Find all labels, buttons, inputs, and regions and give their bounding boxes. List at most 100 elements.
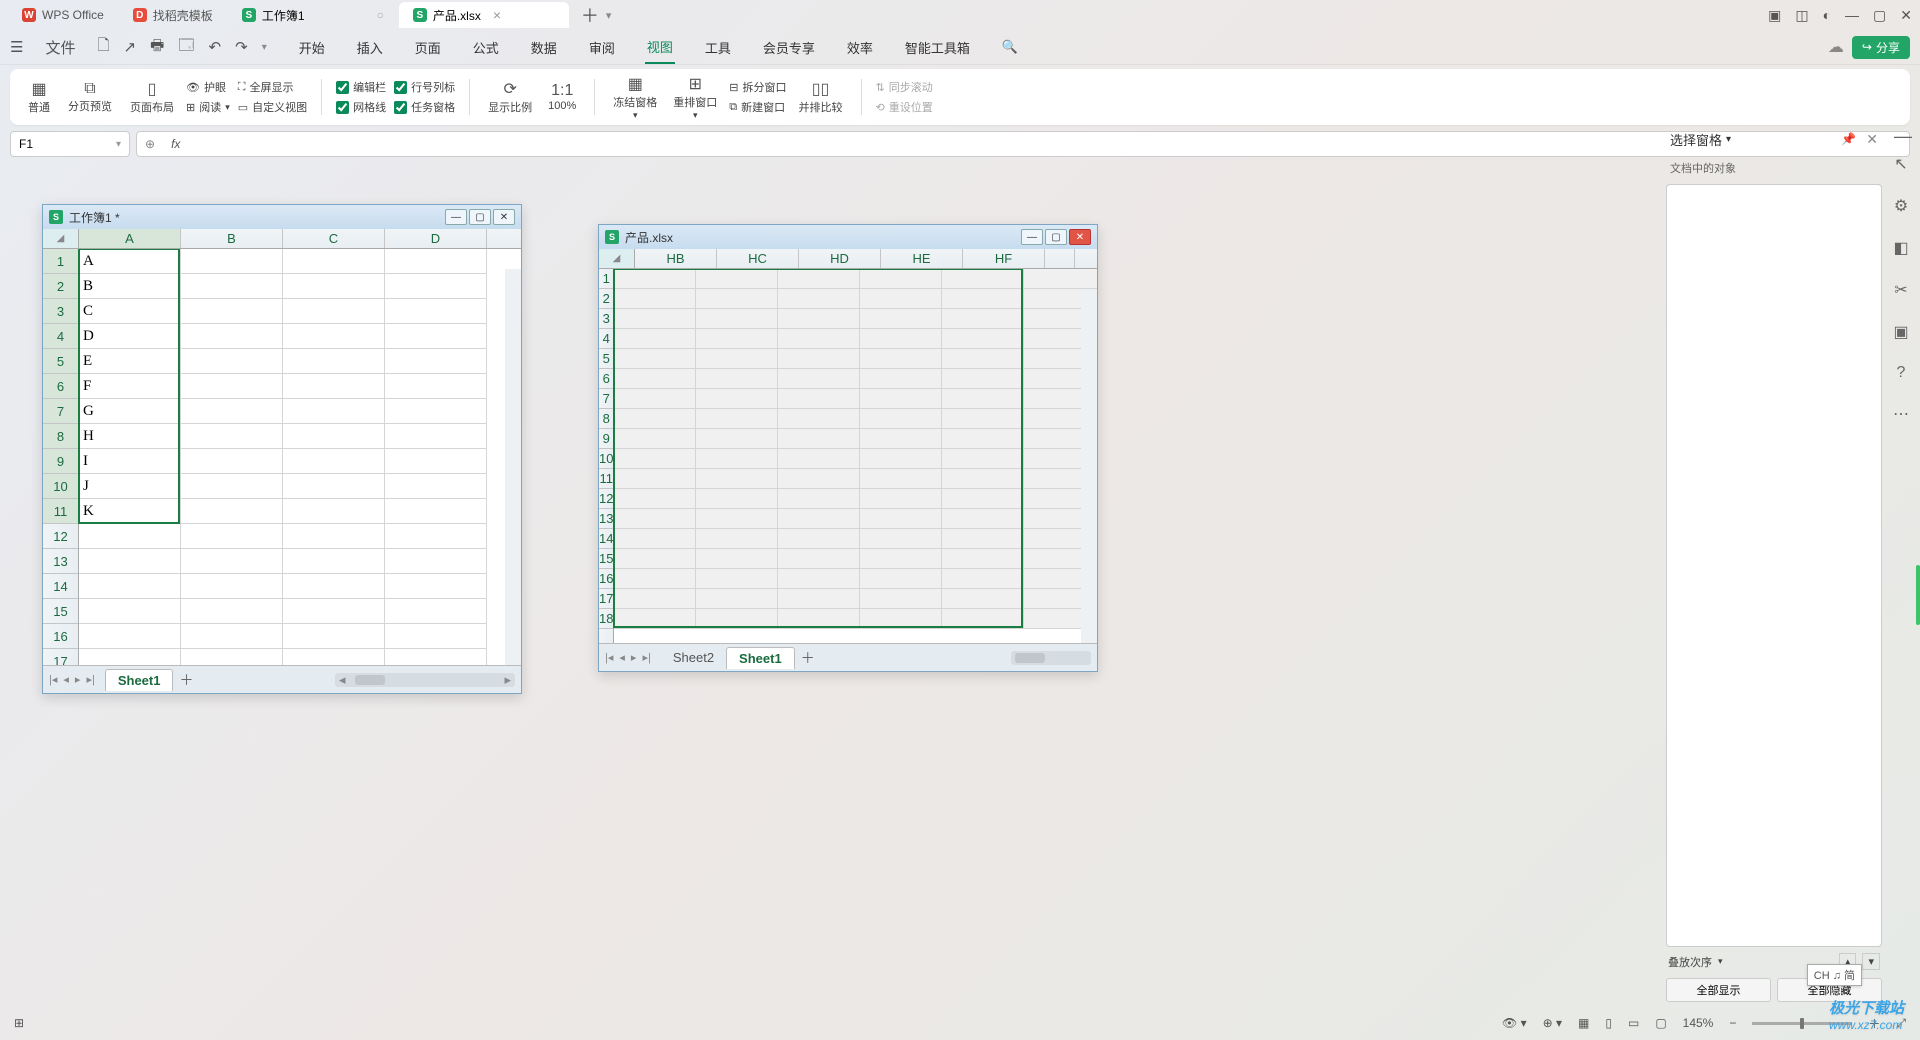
- cell[interactable]: [385, 249, 487, 274]
- cell[interactable]: [860, 609, 942, 629]
- cell[interactable]: J: [79, 474, 181, 499]
- cell[interactable]: H: [79, 424, 181, 449]
- tab-tools[interactable]: 工具: [703, 32, 733, 63]
- close-button[interactable]: ✕: [1069, 229, 1091, 245]
- user-icon[interactable]: ◐: [1823, 7, 1831, 23]
- close-button[interactable]: ✕: [1900, 7, 1912, 24]
- cell[interactable]: [696, 529, 778, 549]
- cell[interactable]: [696, 469, 778, 489]
- gridlines-checkbox[interactable]: 网格线: [336, 99, 386, 115]
- cell[interactable]: [385, 424, 487, 449]
- cell[interactable]: [942, 489, 1024, 509]
- cell[interactable]: [778, 509, 860, 529]
- close-icon[interactable]: ✕: [1866, 131, 1878, 148]
- cell[interactable]: [860, 589, 942, 609]
- window-titlebar[interactable]: S 产品.xlsx — ▢ ✕: [599, 225, 1097, 249]
- window-titlebar[interactable]: S 工作簿1 * — ▢ ✕: [43, 205, 521, 229]
- settings-icon[interactable]: ⚙: [1894, 196, 1908, 216]
- cell[interactable]: [696, 549, 778, 569]
- eye-icon[interactable]: 👁 ▾: [1502, 1016, 1527, 1030]
- col-header[interactable]: B: [181, 229, 283, 248]
- tab-page[interactable]: 页面: [413, 32, 443, 63]
- row-header[interactable]: 4: [43, 324, 78, 349]
- cell[interactable]: K: [79, 499, 181, 524]
- cell[interactable]: [283, 399, 385, 424]
- tab-review[interactable]: 审阅: [587, 32, 617, 63]
- row-header[interactable]: 2: [599, 289, 613, 309]
- task-pane-checkbox[interactable]: 任务窗格: [394, 99, 455, 115]
- cell[interactable]: [696, 409, 778, 429]
- cell[interactable]: [614, 429, 696, 449]
- cell[interactable]: [283, 299, 385, 324]
- cell[interactable]: [860, 269, 942, 289]
- tab-efficiency[interactable]: 效率: [845, 32, 875, 63]
- custom-view-button[interactable]: ▭自定义视图: [238, 99, 307, 115]
- row-header[interactable]: 10: [43, 474, 78, 499]
- row-header[interactable]: 17: [599, 589, 613, 609]
- cell[interactable]: [79, 574, 181, 599]
- cell[interactable]: [778, 349, 860, 369]
- chevron-down-icon[interactable]: ▾: [606, 9, 612, 22]
- maximize-button[interactable]: ▢: [1873, 7, 1886, 24]
- sheet-nav[interactable]: |◂◂▸▸|: [49, 673, 95, 686]
- row-header[interactable]: 3: [43, 299, 78, 324]
- cell[interactable]: [860, 369, 942, 389]
- cell[interactable]: [860, 289, 942, 309]
- sheet-grid[interactable]: ◢ A B C D 1234567891011121314151617 ABCD…: [43, 229, 521, 665]
- select-all-corner[interactable]: ◢: [43, 229, 79, 248]
- cell[interactable]: [778, 449, 860, 469]
- cell[interactable]: [860, 469, 942, 489]
- cell[interactable]: [778, 589, 860, 609]
- tab-templates[interactable]: D找稻壳模板: [119, 2, 227, 28]
- side-by-side-button[interactable]: ▯▯并排比较: [795, 77, 847, 117]
- row-header[interactable]: 15: [43, 599, 78, 624]
- cell[interactable]: [778, 409, 860, 429]
- cell[interactable]: [942, 549, 1024, 569]
- name-box[interactable]: F1▾: [10, 131, 130, 157]
- col-header[interactable]: [1045, 249, 1075, 268]
- cell[interactable]: [942, 269, 1024, 289]
- tab-view[interactable]: 视图: [645, 31, 675, 64]
- cell[interactable]: [860, 409, 942, 429]
- cell[interactable]: [385, 499, 487, 524]
- view-layout-icon[interactable]: ▭: [1628, 1016, 1639, 1030]
- row-header[interactable]: 8: [599, 409, 613, 429]
- row-header[interactable]: 13: [43, 549, 78, 574]
- row-header[interactable]: 18: [599, 609, 613, 629]
- cell[interactable]: [181, 474, 283, 499]
- sheet-nav[interactable]: |◂◂▸▸|: [605, 651, 651, 664]
- cell[interactable]: I: [79, 449, 181, 474]
- redo-icon[interactable]: ↷: [235, 38, 248, 56]
- cell[interactable]: [283, 624, 385, 649]
- cell[interactable]: [181, 249, 283, 274]
- row-header[interactable]: 14: [43, 574, 78, 599]
- cell[interactable]: [283, 249, 385, 274]
- cell[interactable]: [614, 349, 696, 369]
- cell[interactable]: [696, 269, 778, 289]
- cell[interactable]: E: [79, 349, 181, 374]
- tab-data[interactable]: 数据: [529, 32, 559, 63]
- cell[interactable]: [181, 574, 283, 599]
- cell[interactable]: [778, 369, 860, 389]
- fx-label[interactable]: fx: [171, 137, 180, 151]
- row-header[interactable]: 17: [43, 649, 78, 665]
- cube-icon[interactable]: ◫: [1795, 7, 1808, 24]
- cell[interactable]: [385, 374, 487, 399]
- row-header[interactable]: 5: [43, 349, 78, 374]
- add-sheet-button[interactable]: ＋: [179, 670, 193, 690]
- zoom-100-button[interactable]: 1:1100%: [544, 80, 580, 114]
- cell[interactable]: [696, 309, 778, 329]
- cell[interactable]: [778, 549, 860, 569]
- cell[interactable]: C: [79, 299, 181, 324]
- cell[interactable]: [181, 649, 283, 665]
- cell[interactable]: [696, 329, 778, 349]
- col-header[interactable]: HC: [717, 249, 799, 268]
- pin-icon[interactable]: 📌: [1841, 132, 1856, 146]
- save-icon[interactable]: 🗋: [97, 35, 109, 60]
- cell[interactable]: [283, 274, 385, 299]
- cell[interactable]: [614, 289, 696, 309]
- split-window-button[interactable]: ⊟拆分窗口: [729, 79, 786, 95]
- cell[interactable]: [778, 529, 860, 549]
- cell[interactable]: [385, 574, 487, 599]
- cell[interactable]: [283, 524, 385, 549]
